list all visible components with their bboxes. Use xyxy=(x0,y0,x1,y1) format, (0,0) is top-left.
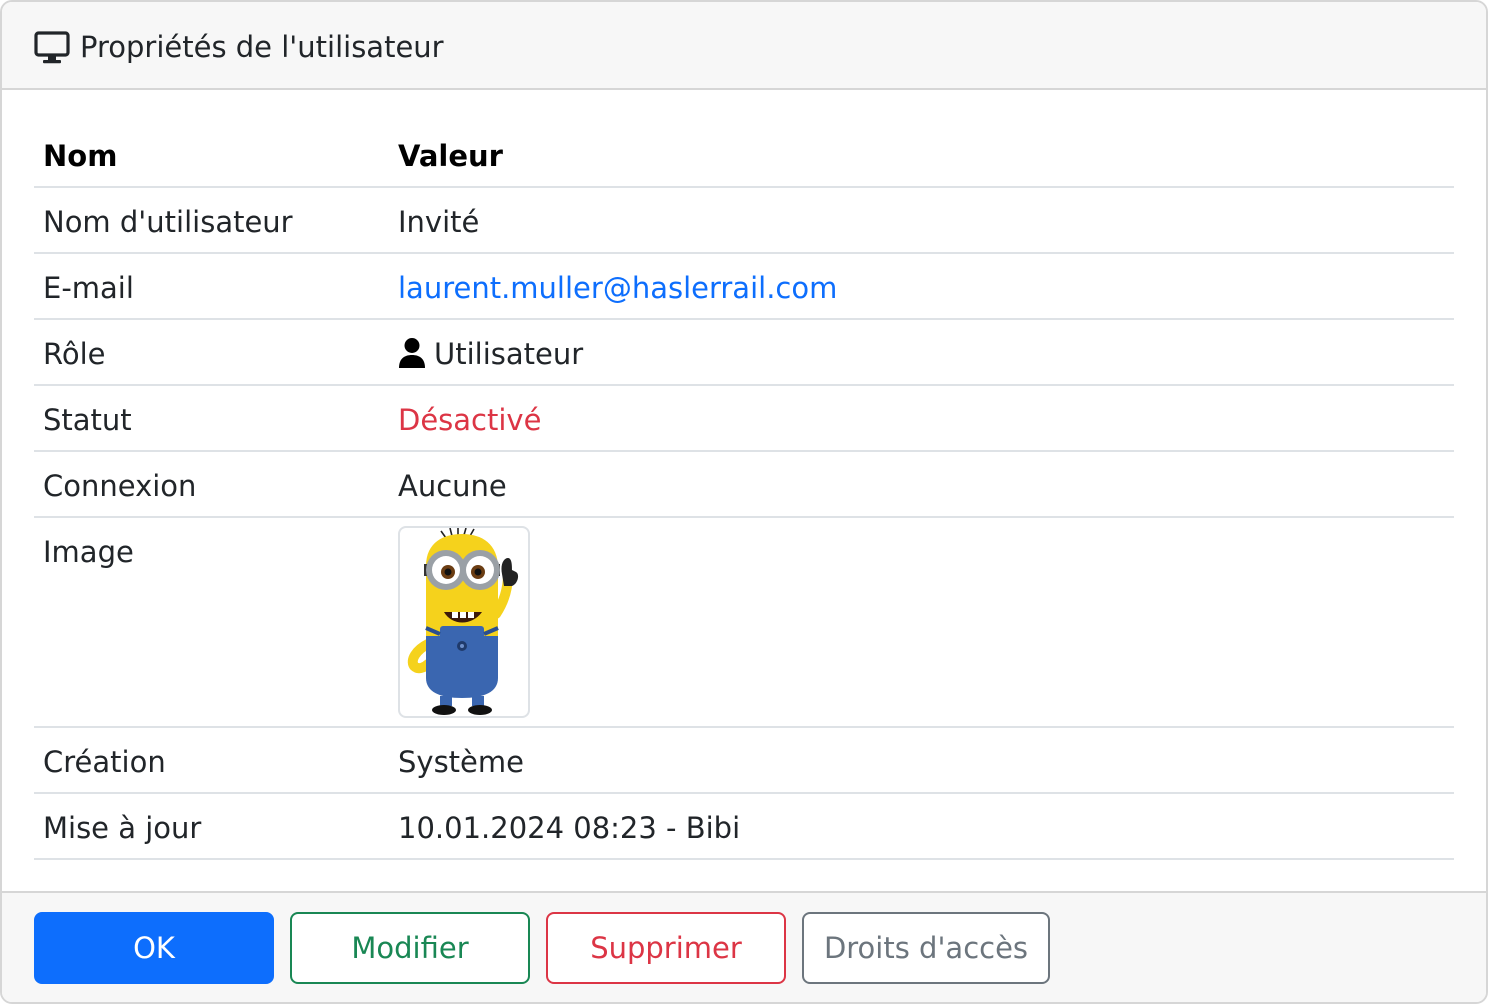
table-row-image: Image xyxy=(34,518,1454,728)
access-rights-button[interactable]: Droits d'accès xyxy=(802,912,1050,984)
table-row-username: Nom d'utilisateur Invité xyxy=(34,188,1454,254)
role-value: Utilisateur xyxy=(434,337,584,371)
table-row-email: E-mail laurent.muller@haslerrail.com xyxy=(34,254,1454,320)
updated-label: Mise à jour xyxy=(43,811,202,845)
username-value: Invité xyxy=(398,205,480,239)
user-properties-dialog: Propriétés de l'utilisateur Nom Valeur N… xyxy=(0,0,1488,1004)
delete-button[interactable]: Supprimer xyxy=(546,912,786,984)
created-label: Création xyxy=(43,745,166,779)
properties-table: Nom Valeur Nom d'utilisateur Invité E-ma… xyxy=(34,122,1454,860)
table-row-login: Connexion Aucune xyxy=(34,452,1454,518)
username-label: Nom d'utilisateur xyxy=(43,205,293,239)
user-icon xyxy=(399,338,425,368)
email-link[interactable]: laurent.muller@haslerrail.com xyxy=(398,268,837,308)
dialog-footer: OK Modifier Supprimer Droits d'accès xyxy=(2,891,1486,1002)
column-header-value: Valeur xyxy=(398,139,503,173)
status-label: Statut xyxy=(43,403,132,437)
monitor-icon xyxy=(34,31,70,64)
login-label: Connexion xyxy=(43,469,197,503)
avatar xyxy=(398,526,530,718)
table-header-row: Nom Valeur xyxy=(34,122,1454,188)
table-row-status: Statut Désactivé xyxy=(34,386,1454,452)
edit-button[interactable]: Modifier xyxy=(290,912,530,984)
updated-value: 10.01.2024 08:23 - Bibi xyxy=(398,811,741,845)
image-label: Image xyxy=(43,535,134,569)
email-label: E-mail xyxy=(43,271,134,305)
minion-avatar-image xyxy=(407,528,519,715)
role-value-container: Utilisateur xyxy=(398,334,583,374)
dialog-header: Propriétés de l'utilisateur xyxy=(2,2,1486,90)
role-label: Rôle xyxy=(43,337,106,371)
table-row-role: Rôle Utilisateur xyxy=(34,320,1454,386)
table-row-updated: Mise à jour 10.01.2024 08:23 - Bibi xyxy=(34,794,1454,860)
dialog-title: Propriétés de l'utilisateur xyxy=(80,30,444,64)
ok-button[interactable]: OK xyxy=(34,912,274,984)
status-value: Désactivé xyxy=(398,403,542,437)
table-row-created: Création Système xyxy=(34,728,1454,794)
column-header-name: Nom xyxy=(43,139,118,173)
created-value: Système xyxy=(398,745,524,779)
login-value: Aucune xyxy=(398,469,507,503)
